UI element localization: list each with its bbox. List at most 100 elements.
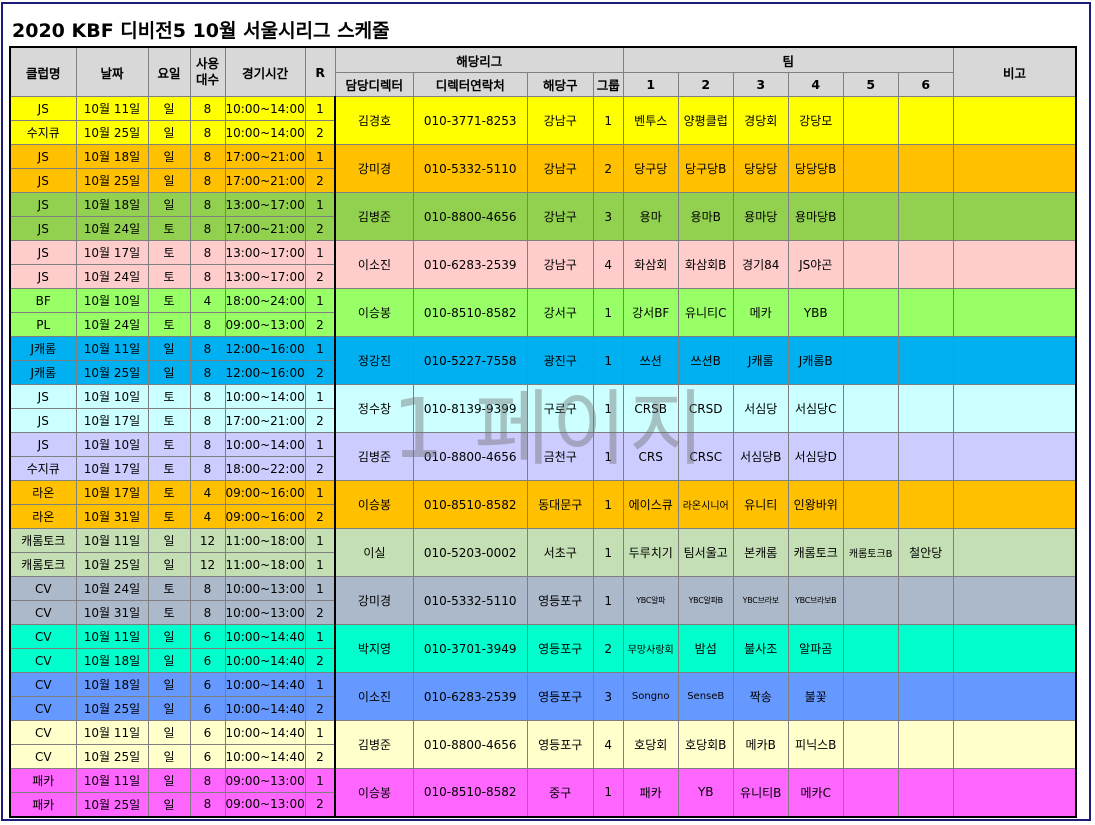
- club-cell: CV: [9, 744, 77, 769]
- team-cell: 캐롬토크: [787, 528, 844, 577]
- contact-cell: 010-8800-4656: [412, 720, 528, 769]
- header-round: R: [304, 46, 336, 97]
- table-row: JS 10월 18일 일 8 17:00~21:00 1 강미경 010-5332-5110 강…: [9, 144, 1077, 193]
- group-cell: 1: [592, 432, 624, 481]
- group-cell: 1: [592, 96, 624, 145]
- team-cell: [842, 768, 899, 817]
- date-cell: 10월 31일: [75, 504, 149, 529]
- group-cell: 1: [592, 768, 624, 817]
- team-cell: [897, 672, 954, 721]
- round-cell: 1: [304, 552, 336, 577]
- team-cell: 용마당: [732, 192, 789, 241]
- date-cell: 10월 18일: [75, 672, 149, 697]
- director-cell: 강미경: [334, 144, 414, 193]
- table-row: 라온 10월 17일 토 4 09:00~16:00 1 이승봉 010-8510-8582 동…: [9, 480, 1077, 529]
- district-cell: 금천구: [526, 432, 594, 481]
- team-cell: 용마당B: [787, 192, 844, 241]
- header-group: 그룹: [592, 72, 624, 97]
- date-cell: 10월 25일: [75, 696, 149, 721]
- round-cell: 2: [304, 648, 336, 673]
- time-cell: 09:00~13:00: [224, 312, 306, 337]
- district-cell: 동대문구: [526, 480, 594, 529]
- club-cell: JS: [9, 216, 77, 241]
- day-cell: 일: [147, 696, 191, 721]
- round-cell: 1: [304, 480, 336, 505]
- round-cell: 2: [304, 216, 336, 241]
- team-cell: 양평클럽: [677, 96, 734, 145]
- director-cell: 강미경: [334, 576, 414, 625]
- team-cell: YBC브라보: [732, 576, 789, 625]
- team-cell: [897, 624, 954, 673]
- date-cell: 10월 25일: [75, 168, 149, 193]
- date-cell: 10월 24일: [75, 576, 149, 601]
- team-cell: 메카C: [787, 768, 844, 817]
- day-cell: 일: [147, 552, 191, 577]
- count-cell: 12: [189, 552, 226, 577]
- team-cell: 불꽃: [787, 672, 844, 721]
- round-cell: 2: [304, 168, 336, 193]
- day-cell: 일: [147, 720, 191, 745]
- notes-cell: [952, 432, 1077, 481]
- table-row: CV 10월 11일 일 6 10:00~14:40 1 박지영 010-3701-3949 영…: [9, 624, 1077, 673]
- day-cell: 토: [147, 264, 191, 289]
- team-cell: 철안당: [897, 528, 954, 577]
- team-cell: 용마B: [677, 192, 734, 241]
- day-cell: 토: [147, 288, 191, 313]
- club-cell: JS: [9, 144, 77, 169]
- date-cell: 10월 25일: [75, 360, 149, 385]
- team-cell: 강당모: [787, 96, 844, 145]
- date-cell: 10월 11일: [75, 528, 149, 553]
- club-cell: PL: [9, 312, 77, 337]
- team-cell: 메카: [732, 288, 789, 337]
- team-cell: [842, 144, 899, 193]
- time-cell: 10:00~14:00: [224, 96, 306, 121]
- time-cell: 13:00~17:00: [224, 240, 306, 265]
- date-cell: 10월 24일: [75, 216, 149, 241]
- team-cell: [842, 480, 899, 529]
- team-cell: [897, 720, 954, 769]
- time-cell: 10:00~14:40: [224, 648, 306, 673]
- team-cell: [842, 192, 899, 241]
- time-cell: 12:00~16:00: [224, 336, 306, 361]
- district-cell: 영등포구: [526, 720, 594, 769]
- table-row: CV 10월 11일 일 6 10:00~14:40 1 김병준 010-8800-4656 영…: [9, 720, 1077, 769]
- director-cell: 김병준: [334, 192, 414, 241]
- team-cell: JS야곤: [787, 240, 844, 289]
- team-cell: 라온시니어: [677, 480, 734, 529]
- table-row: JS 10월 10일 토 8 10:00~14:00 1 정수창 010-8139-9399 구…: [9, 384, 1077, 433]
- team-cell: 경기84: [732, 240, 789, 289]
- table-row: J캐롬 10월 11일 일 8 12:00~16:00 1 정강진 010-5227-7558…: [9, 336, 1077, 385]
- round-cell: 2: [304, 744, 336, 769]
- day-cell: 토: [147, 240, 191, 265]
- header-team-6: 6: [897, 72, 954, 97]
- club-cell: JS: [9, 240, 77, 265]
- team-cell: 당당당B: [787, 144, 844, 193]
- team-cell: YBB: [787, 288, 844, 337]
- group-cell: 1: [592, 528, 624, 577]
- round-cell: 2: [304, 792, 336, 817]
- count-cell: 8: [189, 384, 226, 409]
- day-cell: 토: [147, 216, 191, 241]
- team-cell: 벤투스: [622, 96, 679, 145]
- round-cell: 1: [304, 768, 336, 793]
- team-cell: [842, 336, 899, 385]
- group-cell: 1: [592, 480, 624, 529]
- director-cell: 이승봉: [334, 480, 414, 529]
- day-cell: 일: [147, 360, 191, 385]
- group-cell: 4: [592, 720, 624, 769]
- club-cell: CV: [9, 600, 77, 625]
- date-cell: 10월 17일: [75, 240, 149, 265]
- district-cell: 광진구: [526, 336, 594, 385]
- round-cell: 2: [304, 456, 336, 481]
- day-cell: 일: [147, 120, 191, 145]
- count-cell: 8: [189, 144, 226, 169]
- day-cell: 일: [147, 672, 191, 697]
- contact-cell: 010-5203-0002: [412, 528, 528, 577]
- day-cell: 토: [147, 480, 191, 505]
- group-cell: 1: [592, 576, 624, 625]
- time-cell: 09:00~13:00: [224, 792, 306, 817]
- notes-cell: [952, 624, 1077, 673]
- team-cell: YBC알파: [622, 576, 679, 625]
- count-cell: 8: [189, 96, 226, 121]
- day-cell: 토: [147, 600, 191, 625]
